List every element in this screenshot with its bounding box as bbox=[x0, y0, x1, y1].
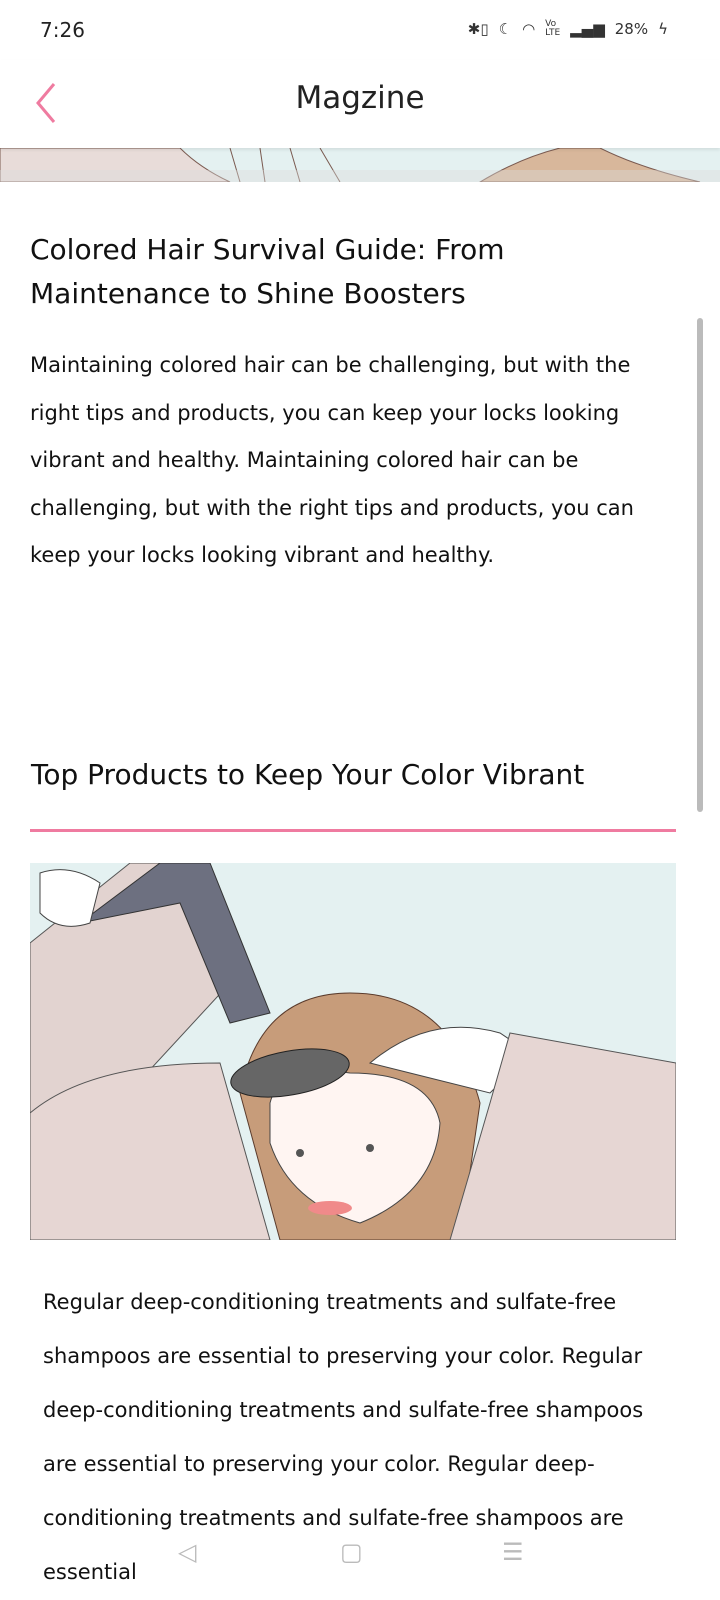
volte-icon: Vo LTE bbox=[545, 19, 561, 38]
article-title: Colored Hair Survival Guide: From Mainte… bbox=[30, 233, 505, 310]
back-nav-icon[interactable]: ◁ bbox=[178, 1538, 196, 1566]
charging-icon: ϟ bbox=[658, 20, 668, 38]
page-title: Magzine bbox=[295, 80, 425, 116]
section-title: Top Products to Keep Your Color Vibrant bbox=[31, 758, 585, 791]
app-header: Magzine bbox=[0, 60, 720, 148]
status-icons: ✱▯ ☾ ◠ Vo LTE ▂▄▆ 28% ϟ bbox=[467, 19, 668, 39]
scrollbar[interactable] bbox=[697, 318, 703, 812]
signal-icon: ▂▄▆ bbox=[570, 20, 605, 38]
status-bar: 7:26 ✱▯ ☾ ◠ Vo LTE ▂▄▆ 28% ϟ bbox=[0, 0, 720, 60]
article-intro: Maintaining colored hair can be challeng… bbox=[30, 353, 634, 567]
system-nav-bar: ◁ ▢ ☰ bbox=[0, 1538, 720, 1578]
recents-menu-icon[interactable]: ☰ bbox=[502, 1538, 524, 1566]
header-image bbox=[0, 148, 720, 182]
section-divider bbox=[30, 829, 676, 832]
battery-level: 28% bbox=[614, 20, 649, 38]
dnd-moon-icon: ☾ bbox=[498, 20, 513, 38]
status-time: 7:26 bbox=[40, 18, 85, 42]
wifi-icon: ◠ bbox=[522, 20, 536, 38]
bluetooth-icon: ✱▯ bbox=[467, 20, 489, 38]
home-nav-icon[interactable]: ▢ bbox=[340, 1538, 363, 1566]
article-illustration bbox=[30, 863, 676, 1240]
